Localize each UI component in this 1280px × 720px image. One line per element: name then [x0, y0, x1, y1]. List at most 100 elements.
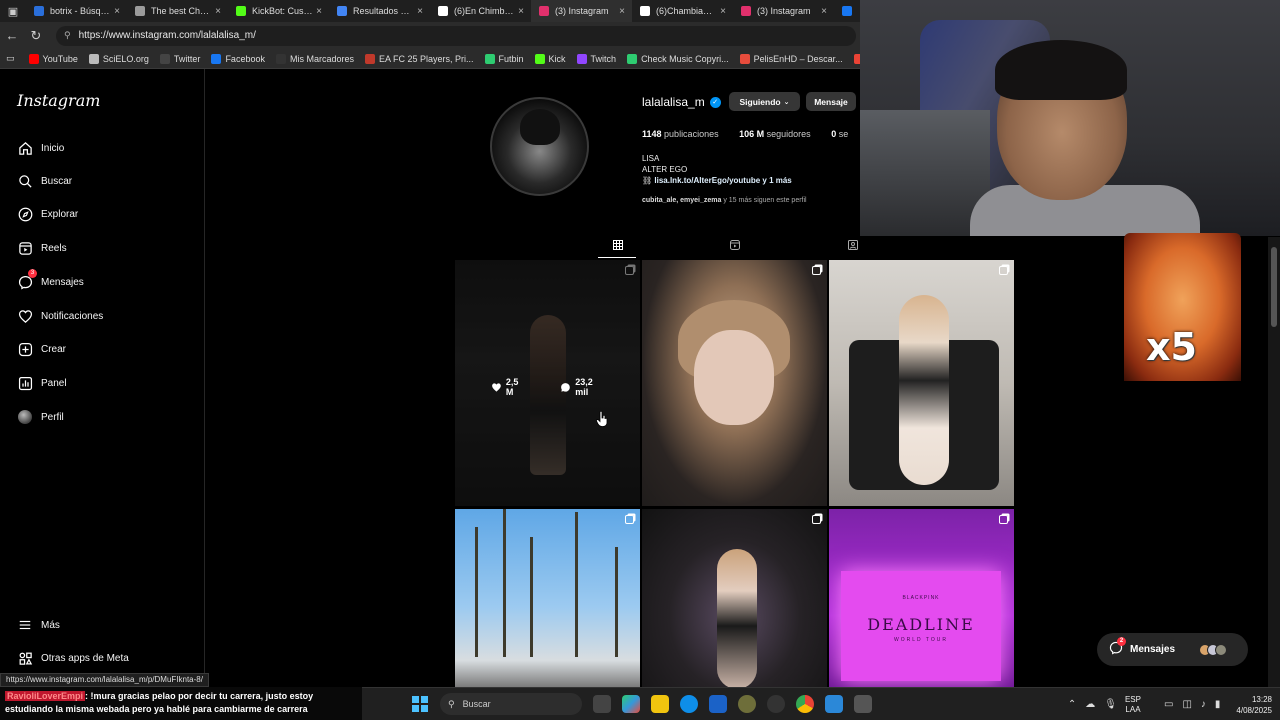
bookmark-item[interactable]: Kick: [534, 53, 566, 64]
profile-picture[interactable]: [490, 97, 589, 196]
nav-more[interactable]: Más: [16, 616, 60, 634]
message-button[interactable]: Mensaje: [806, 92, 856, 111]
tab-tagged[interactable]: [846, 238, 860, 252]
browser-tab[interactable]: (3) Instagram ×: [531, 0, 632, 22]
nav-profile[interactable]: Perfil: [16, 408, 64, 426]
bookmark-item[interactable]: Futbin: [484, 53, 524, 64]
bookmark-item[interactable]: Twitter: [159, 53, 200, 64]
clock[interactable]: 13:28 4/08/2025: [1236, 694, 1272, 716]
nav-reels[interactable]: Reels: [16, 239, 67, 257]
chevron-up-icon[interactable]: ⌃: [1068, 699, 1076, 710]
browser-tab[interactable]: botrix - Búsqueda×: [26, 0, 127, 22]
close-tab-icon[interactable]: ×: [717, 6, 729, 17]
browser-tab[interactable]: Resultados de fú ×: [329, 0, 430, 22]
bookmark-item[interactable]: Twitch: [576, 53, 616, 64]
bookmark-item[interactable]: EA FC 25 Players, Pri...: [364, 53, 474, 64]
post-6[interactable]: BLACKPINK DEADLINE WORLD TOUR: [829, 509, 1014, 687]
back-icon[interactable]: ←: [0, 28, 24, 43]
post-5[interactable]: [642, 509, 827, 687]
browser-tab[interactable]: N: [834, 0, 856, 22]
close-tab-icon[interactable]: ×: [515, 6, 527, 17]
nav-notifications[interactable]: Notificaciones: [16, 307, 103, 325]
photos-icon[interactable]: [825, 695, 843, 713]
file-explorer-icon[interactable]: [651, 695, 669, 713]
nav-home[interactable]: Inicio: [16, 139, 64, 157]
page-scrollbar[interactable]: [1268, 237, 1280, 687]
followed-by[interactable]: cubita_ale, emyei_zema y 15 más siguen e…: [642, 197, 807, 204]
close-tab-icon[interactable]: ×: [111, 6, 123, 17]
bookmark-favicon-icon: [159, 53, 170, 64]
post-3[interactable]: [829, 260, 1014, 506]
carousel-icon: [812, 266, 821, 275]
taskbar-search[interactable]: ⚲ Buscar: [440, 693, 582, 715]
close-tab-icon[interactable]: ×: [818, 6, 830, 17]
url-input[interactable]: ⚲ https://www.instagram.com/lalalalisa_m…: [56, 25, 856, 46]
bookmark-item[interactable]: PelisEnHD – Descar...: [739, 53, 843, 64]
nav-search[interactable]: Buscar: [16, 172, 72, 190]
network-icon[interactable]: ◫: [1182, 699, 1191, 710]
tab-posts[interactable]: [611, 238, 625, 252]
nav-meta-apps-label: Otras apps de Meta: [41, 652, 129, 664]
following-button[interactable]: Siguiendo ⌄: [729, 92, 800, 111]
battery-icon[interactable]: ▮: [1215, 699, 1221, 710]
obs-icon[interactable]: [767, 695, 785, 713]
bookmark-label: Facebook: [225, 53, 265, 64]
nav-messages-label: Mensajes: [41, 276, 84, 288]
browser-tab[interactable]: The best ChatBot×: [127, 0, 228, 22]
nav-meta-apps[interactable]: Otras apps de Meta: [16, 649, 129, 667]
url-text: https://www.instagram.com/lalalalisa_m/: [78, 30, 256, 41]
browser-tab[interactable]: (6)En Chimbote, ×: [430, 0, 531, 22]
instagram-logo[interactable]: Instagram: [17, 91, 100, 110]
window-menu-icon[interactable]: ▣: [0, 0, 26, 22]
language-indicator[interactable]: ESP LAA: [1125, 695, 1141, 715]
link-status-url: https://www.instagram.com/lalalalisa_m/p…: [0, 673, 209, 687]
chrome-icon[interactable]: [796, 695, 814, 713]
scrollbar-thumb[interactable]: [1271, 247, 1277, 327]
post-1[interactable]: 2,5 M 23,2 mil: [455, 260, 640, 506]
display-icon[interactable]: ▭: [1164, 699, 1173, 710]
snipping-tool-icon[interactable]: [854, 695, 872, 713]
app-icon[interactable]: [738, 695, 756, 713]
bookmark-item[interactable]: SciELO.org: [88, 53, 149, 64]
bookmark-item[interactable]: YouTube: [28, 53, 78, 64]
browser-tab[interactable]: (6)Chambiando ×: [632, 0, 733, 22]
system-tray: ⌃ ☁ 🎙 ESP LAA ▭ ◫ ♪ ▮ 13:28 4/08/2025: [1059, 688, 1272, 720]
microphone-icon[interactable]: 🎙: [1104, 699, 1117, 710]
bookmark-item[interactable]: Facebook: [211, 53, 265, 64]
tab-label: Resultados de fú: [353, 6, 414, 16]
bookmarks-menu-icon[interactable]: ▭: [6, 53, 15, 64]
nav-panel[interactable]: Panel: [16, 374, 67, 392]
nav-create[interactable]: Crear: [16, 340, 66, 358]
nav-explore[interactable]: Explorar: [16, 205, 78, 223]
bookmark-favicon-icon: [28, 53, 39, 64]
close-tab-icon[interactable]: ×: [414, 6, 426, 17]
streamer-hair: [995, 40, 1127, 100]
nav-messages[interactable]: 3 Mensajes: [16, 269, 84, 291]
site-info-icon[interactable]: ⚲: [64, 30, 71, 41]
task-view-icon[interactable]: [593, 695, 611, 713]
search-icon: ⚲: [448, 698, 455, 709]
browser-tab[interactable]: KickBot: Custom ×: [228, 0, 329, 22]
store-icon[interactable]: [709, 695, 727, 713]
copilot-icon[interactable]: [622, 695, 640, 713]
bookmark-item[interactable]: Mis Marcadores: [275, 53, 354, 64]
followers-stat[interactable]: 106 M seguidores: [739, 129, 811, 139]
profile-link[interactable]: ⛓ lisa.lnk.to/AlterEgo/youtube y 1 más: [642, 175, 792, 186]
close-tab-icon[interactable]: ×: [616, 6, 628, 17]
browser-tab[interactable]: (3) Instagram ×: [733, 0, 834, 22]
reload-icon[interactable]: ↻: [24, 28, 48, 44]
bookmark-item[interactable]: Check Music Copyri...: [627, 53, 729, 64]
posts-stat: 1148 publicaciones: [642, 129, 719, 139]
close-tab-icon[interactable]: ×: [212, 6, 224, 17]
volume-icon[interactable]: ♪: [1201, 699, 1206, 710]
post-4[interactable]: [455, 509, 640, 687]
messages-pill[interactable]: 2 Mensajes: [1097, 633, 1248, 666]
onedrive-icon[interactable]: ☁: [1085, 699, 1095, 710]
windows-start-icon[interactable]: [412, 696, 428, 712]
close-tab-icon[interactable]: ×: [313, 6, 325, 17]
post-2[interactable]: [642, 260, 827, 506]
edge-icon[interactable]: [680, 695, 698, 713]
following-stat[interactable]: 0 se: [831, 129, 848, 139]
link-icon: ⛓: [642, 176, 653, 185]
tab-reels[interactable]: [728, 238, 742, 252]
